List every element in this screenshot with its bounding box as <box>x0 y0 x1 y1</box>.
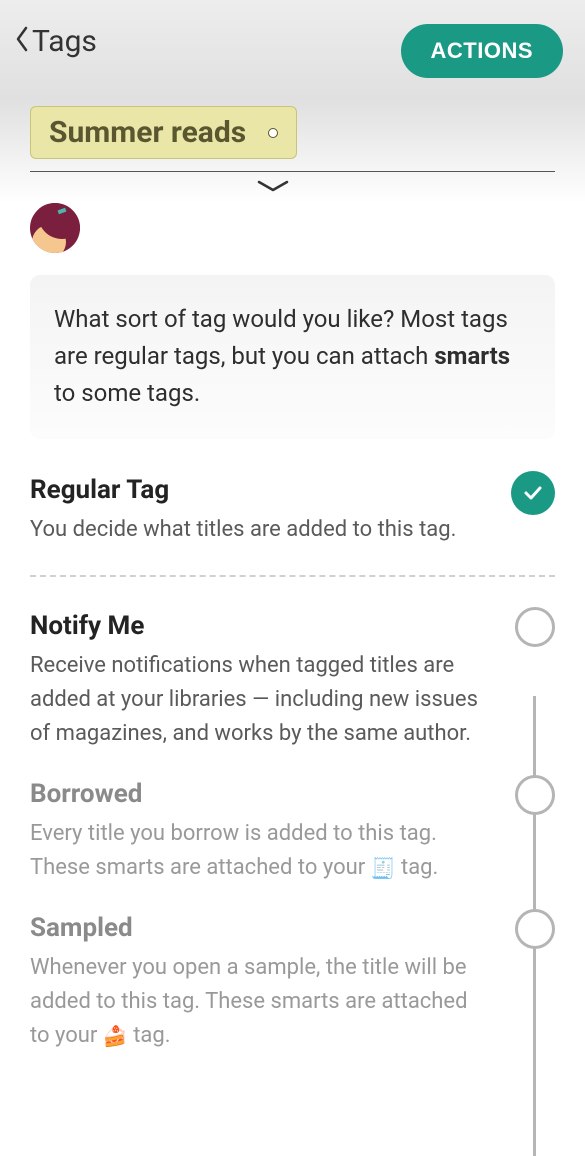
option-title: Sampled <box>30 913 485 943</box>
avatar <box>30 203 80 253</box>
option-title: Notify Me <box>30 611 485 641</box>
option-desc: Whenever you open a sample, the title wi… <box>30 951 485 1053</box>
divider <box>30 575 555 577</box>
option-title: Borrowed <box>30 779 485 809</box>
info-card: What sort of tag would you like? Most ta… <box>30 275 555 439</box>
actions-button[interactable]: ACTIONS <box>401 24 564 78</box>
tag-chip[interactable]: Summer reads <box>30 106 297 159</box>
radio-icon <box>515 775 555 815</box>
chevron-down-icon <box>255 179 291 193</box>
option-desc: Receive notifications when tagged titles… <box>30 649 485 751</box>
tag-container: Summer reads <box>30 106 555 172</box>
info-bold: smarts <box>434 342 510 370</box>
option-desc: Every title you borrow is added to this … <box>30 817 485 885</box>
option-sampled[interactable]: Sampled Whenever you open a sample, the … <box>30 913 555 1053</box>
selected-check-icon <box>511 471 555 515</box>
receipt-icon: 🧾 <box>371 853 396 884</box>
radio-icon <box>515 607 555 647</box>
info-text-2: to some tags. <box>54 379 200 407</box>
option-notify-me[interactable]: Notify Me Receive notifications when tag… <box>30 611 555 751</box>
tag-hole-icon <box>268 128 278 138</box>
option-borrowed[interactable]: Borrowed Every title you borrow is added… <box>30 779 555 885</box>
header: Tags ACTIONS <box>0 0 585 100</box>
option-desc: You decide what titles are added to this… <box>30 513 485 547</box>
option-list-smart: Notify Me Receive notifications when tag… <box>0 611 585 1054</box>
option-list: Regular Tag You decide what titles are a… <box>0 475 585 547</box>
tag-section: Summer reads <box>0 100 585 203</box>
tag-name: Summer reads <box>49 115 246 150</box>
back-label: Tags <box>32 24 97 59</box>
radio-icon <box>515 909 555 949</box>
option-regular-tag[interactable]: Regular Tag You decide what titles are a… <box>30 475 555 547</box>
option-title: Regular Tag <box>30 475 485 505</box>
chevron-left-icon <box>14 25 30 58</box>
back-button[interactable]: Tags <box>14 24 97 59</box>
expand-toggle[interactable] <box>30 172 515 203</box>
cake-icon: 🍰 <box>103 1021 128 1052</box>
